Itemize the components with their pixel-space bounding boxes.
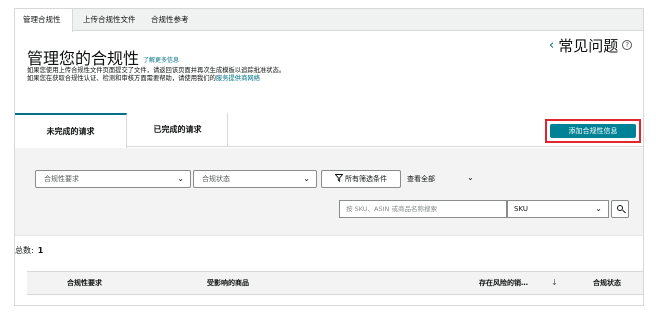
add-button-highlight: 添加合规性信息 [545, 119, 641, 143]
all-filters-label: 所有筛选条件 [345, 175, 387, 183]
column-header-requirement[interactable]: 合规性要求 [67, 272, 102, 294]
top-navigation: 管理合规性 上传合规性文件 合规性参考 [15, 9, 643, 32]
filter-panel: 合规性要求 ⌄ 合规状态 ⌄ 所有筛选条件 查看全部 ⌄ 按 SKU、ASIN … [15, 148, 643, 236]
tab-open-requests[interactable]: 未完成的请求 [15, 113, 127, 148]
search-type-value: SKU [514, 205, 528, 213]
filter-icon [334, 174, 344, 182]
add-compliance-info-button[interactable]: 添加合规性信息 [550, 124, 636, 138]
column-header-sales-at-risk[interactable]: 存在风险的销… [479, 272, 528, 294]
chevron-down-icon[interactable]: ⌄ [467, 173, 474, 182]
description-line-2-text: 如果您在获取合规性认证、检测和审核方面需要帮助，请使用我们的 [27, 75, 216, 82]
requirement-select-label: 合规性要求 [44, 175, 79, 183]
total-value: 1 [37, 246, 44, 255]
requirement-select[interactable]: 合规性要求 ⌄ [35, 170, 191, 188]
description-line-1: 如果您使用上传合规性文件页面提交了文件，请返回该页面并再次生成模板以追踪批准状态… [27, 67, 286, 74]
tab-completed-requests[interactable]: 已完成的请求 [128, 113, 228, 147]
status-select[interactable]: 合规状态 ⌄ [193, 170, 317, 188]
search-icon-handle [622, 209, 626, 214]
chevron-down-icon: ⌄ [595, 204, 602, 213]
learn-more-link[interactable]: 了解更多信息 [143, 55, 179, 64]
all-filters-button[interactable]: 所有筛选条件 [321, 170, 401, 188]
table-header: 合规性要求 受影响的商品 存在风险的销… ↓ 合规状态 [27, 271, 643, 295]
column-header-compliance-status: 合规状态 [593, 279, 621, 287]
chevron-down-icon: ⌄ [303, 174, 310, 183]
sort-down-icon[interactable]: ↓ [551, 272, 558, 294]
chevron-left-icon: ‹ [549, 37, 555, 53]
description-line-2: 如果您在获取合规性认证、检测和审核方面需要帮助，请使用我们的服务提供商网络 [27, 75, 285, 83]
column-header-affected-products: 受影响的商品 [207, 279, 249, 287]
view-all-dropdown[interactable]: 查看全部 [407, 174, 435, 184]
app-frame: 管理合规性 上传合规性文件 合规性参考 管理您的合规性 了解更多信息 如果您使用… [14, 8, 644, 306]
search-type-select[interactable]: SKU ⌄ [507, 200, 609, 218]
chevron-down-icon: ⌄ [177, 174, 184, 183]
faq-label: 常见问题 [558, 36, 619, 55]
help-circle-icon[interactable]: ? [622, 40, 633, 50]
tab-compliance-reference[interactable]: 合规性参考 [143, 9, 197, 31]
total-label: 总数: [15, 246, 34, 255]
search-button[interactable] [611, 200, 629, 218]
search-input[interactable]: 按 SKU、ASIN 或商品名称搜索 [339, 200, 507, 218]
page-description: 如果您使用上传合规性文件页面提交了文件，请返回该页面并再次生成模板以追踪批准状态… [27, 67, 285, 83]
faq-link[interactable]: ‹ 常见问题 ? [549, 35, 633, 55]
status-select-label: 合规状态 [202, 175, 230, 183]
page-title: 管理您的合规性 [27, 49, 140, 68]
tab-upload-compliance-docs[interactable]: 上传合规性文件 [75, 9, 144, 31]
total-count: 总数: 1 [15, 245, 43, 256]
service-provider-network-link[interactable]: 服务提供商网络 [216, 75, 260, 82]
tab-manage-compliance[interactable]: 管理合规性 [15, 9, 73, 32]
